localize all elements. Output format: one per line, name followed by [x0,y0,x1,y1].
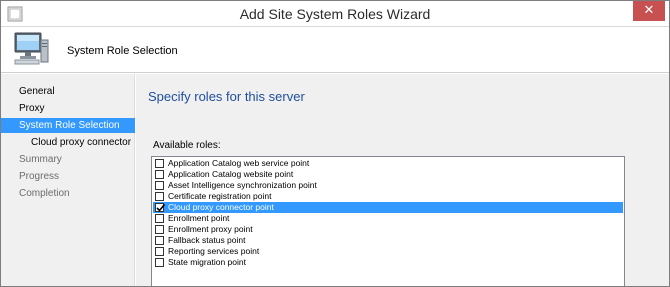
wizard-nav: General Proxy System Role Selection Clou… [1,74,135,286]
header-title: System Role Selection [67,45,178,57]
role-checkbox[interactable] [155,170,164,179]
role-label: Enrollment proxy point [168,224,253,234]
role-checkbox[interactable] [155,236,164,245]
computer-icon [13,31,49,65]
role-checkbox-checked[interactable] [155,203,166,212]
role-label: Fallback status point [168,235,246,245]
role-checkbox[interactable] [155,225,164,234]
nav-item-general[interactable]: General [1,84,135,99]
checkmark-icon [156,203,166,212]
page-heading: Specify roles for this server [148,89,305,104]
role-row[interactable]: Enrollment point [153,213,623,224]
nav-item-summary: Summary [19,154,62,165]
role-label: State migration point [168,257,246,267]
role-row[interactable]: Application Catalog web service point [153,158,623,169]
wizard-window: Add Site System Roles Wizard ✕ System Ro… [0,0,670,287]
available-roles-label: Available roles: [153,140,221,151]
role-row[interactable]: Application Catalog website point [153,169,623,180]
role-checkbox[interactable] [155,247,164,256]
role-row[interactable]: State migration point [153,257,623,268]
roles-listbox[interactable]: Application Catalog web service point Ap… [151,156,625,286]
role-checkbox[interactable] [155,159,164,168]
role-label: Application Catalog website point [168,169,294,179]
role-label: Certificate registration point [168,191,272,201]
role-row[interactable]: Certificate registration point [153,191,623,202]
role-checkbox[interactable] [155,192,164,201]
role-checkbox[interactable] [155,258,164,267]
role-checkbox[interactable] [155,214,164,223]
nav-item-cloud-proxy-connector[interactable]: Cloud proxy connector [1,135,135,150]
nav-item-proxy[interactable]: Proxy [1,101,135,116]
role-label: Application Catalog web service point [168,158,310,168]
main-panel: Specify roles for this server Available … [136,74,669,286]
role-label: Cloud proxy connector point [168,202,274,212]
nav-item-progress: Progress [19,171,60,182]
role-row[interactable]: Reporting services point [153,246,623,257]
close-button[interactable]: ✕ [633,1,665,21]
role-row[interactable]: Fallback status point [153,235,623,246]
role-row[interactable]: Enrollment proxy point [153,224,623,235]
role-row[interactable]: Asset Intelligence synchronization point [153,180,623,191]
wizard-header: System Role Selection [1,27,669,73]
role-label: Asset Intelligence synchronization point [168,180,317,190]
nav-item-system-role-selection[interactable]: System Role Selection [1,118,135,133]
role-row-selected[interactable]: Cloud proxy connector point [153,202,623,213]
role-checkbox[interactable] [155,181,164,190]
role-label: Enrollment point [168,213,230,223]
window-title: Add Site System Roles Wizard [239,6,431,22]
title-bar[interactable]: Add Site System Roles Wizard ✕ [1,1,669,27]
role-label: Reporting services point [168,246,260,256]
nav-item-completion: Completion [19,188,70,199]
